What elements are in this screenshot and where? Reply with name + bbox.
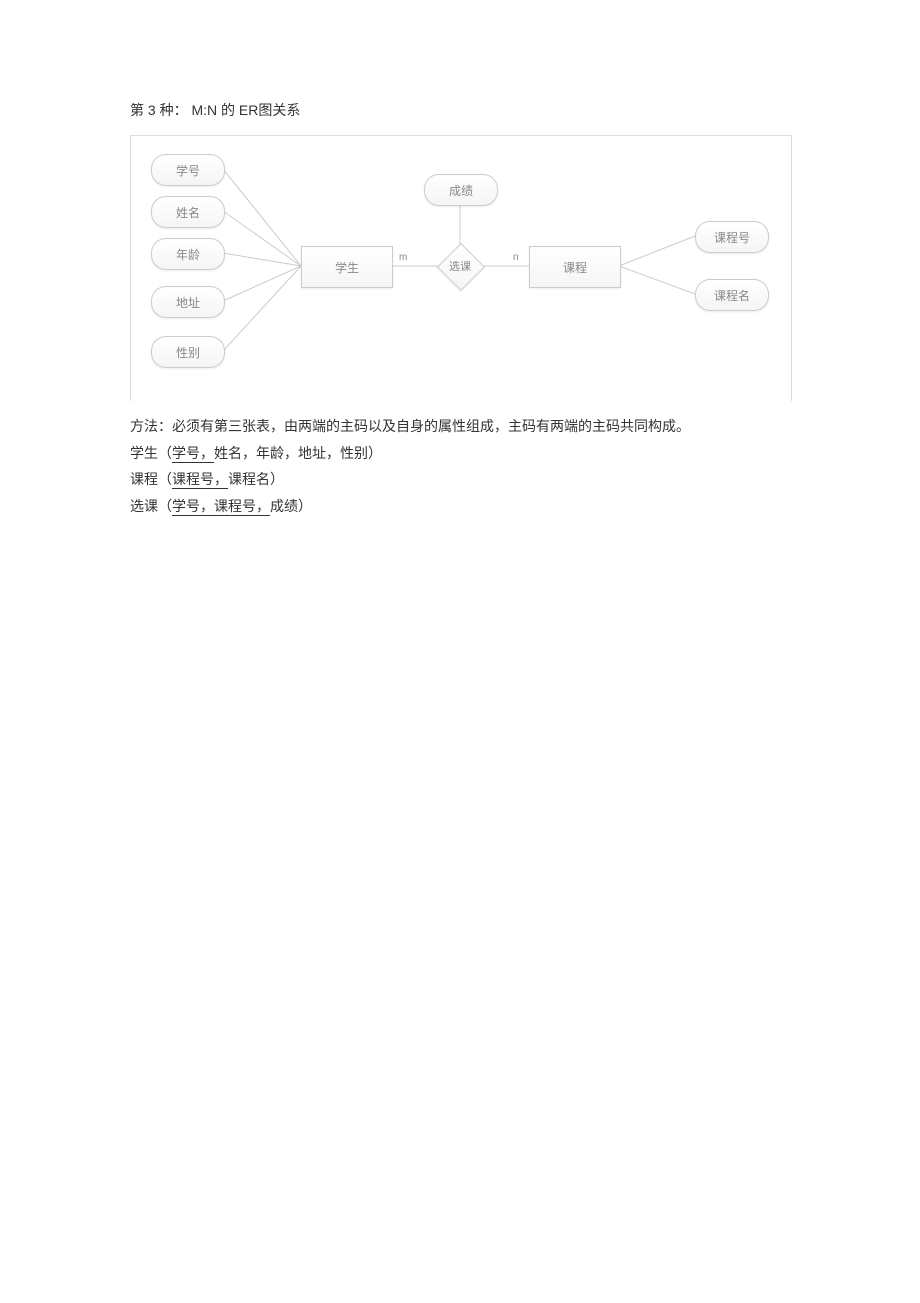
schema-select: 选课（学号，课程号，成绩）	[130, 493, 790, 520]
er-diagram: 学号 姓名 年龄 地址 性别 学生 成绩 选课 m n 课程 课程号 课程名	[130, 135, 792, 401]
attr-course-name: 课程名	[695, 279, 769, 311]
page-title: 第 3 种： M:N 的 ER图关系	[130, 100, 790, 120]
schema-course: 课程（课程号，课程名）	[130, 466, 790, 493]
attr-score: 成绩	[424, 174, 498, 206]
method-text: 方法：必须有第三张表，由两端的主码以及自身的属性组成，主码有两端的主码共同构成。	[130, 413, 790, 440]
relation-select: 选课	[438, 244, 482, 288]
description: 方法：必须有第三张表，由两端的主码以及自身的属性组成，主码有两端的主码共同构成。…	[130, 413, 790, 519]
attr-address: 地址	[151, 286, 225, 318]
attr-name: 姓名	[151, 196, 225, 228]
schema-student: 学生（学号，姓名，年龄，地址，性别）	[130, 440, 790, 467]
attr-course-id: 课程号	[695, 221, 769, 253]
attr-gender: 性别	[151, 336, 225, 368]
attr-student-id: 学号	[151, 154, 225, 186]
entity-course: 课程	[529, 246, 621, 288]
attr-age: 年龄	[151, 238, 225, 270]
cardinality-n: n	[513, 252, 519, 263]
entity-student: 学生	[301, 246, 393, 288]
cardinality-m: m	[399, 252, 407, 263]
